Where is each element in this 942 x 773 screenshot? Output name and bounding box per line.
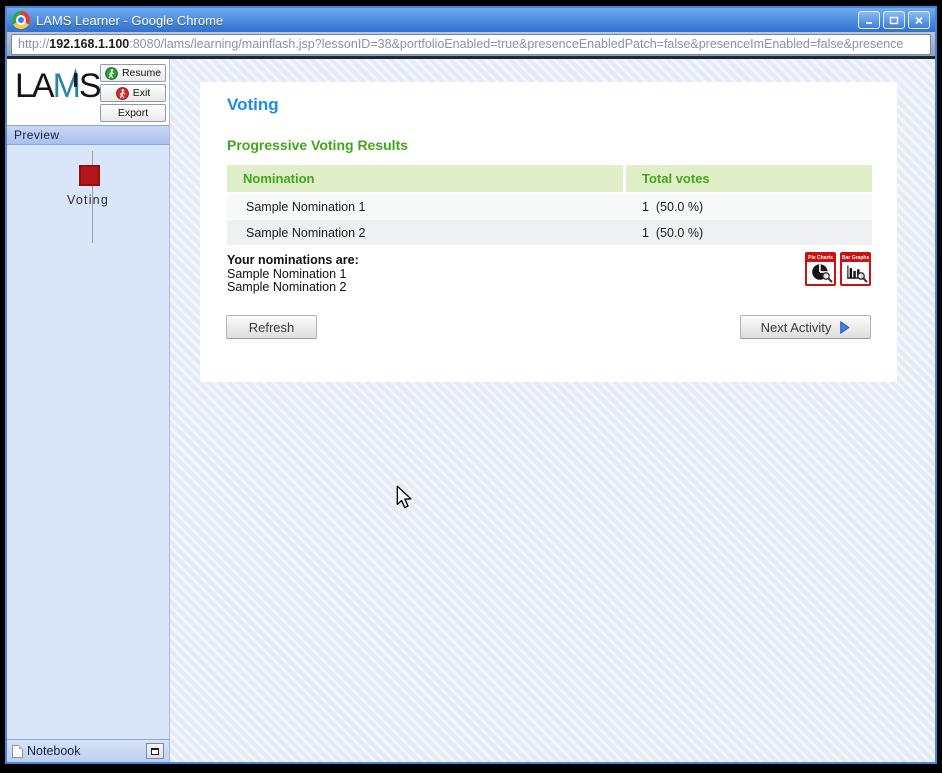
voting-activity-node[interactable] (79, 165, 100, 186)
next-activity-label: Next Activity (761, 320, 832, 335)
window-titlebar[interactable]: LAMS Learner - Google Chrome (7, 8, 935, 32)
window-controls (858, 11, 930, 29)
results-subtitle: Progressive Voting Results (227, 137, 408, 153)
notebook-page-icon (12, 745, 23, 758)
url-prefix: http:// (18, 37, 49, 51)
column-header-nomination: Nomination (227, 165, 623, 192)
exit-button[interactable]: Exit (100, 84, 166, 102)
nomination-item: Sample Nomination 1 (227, 268, 359, 282)
your-nominations-heading: Your nominations are: (227, 254, 359, 268)
next-arrow-icon (839, 321, 850, 334)
minimize-button[interactable] (858, 11, 880, 29)
voting-activity-label: Voting (7, 193, 169, 207)
close-icon (914, 16, 924, 25)
maximize-icon (889, 16, 899, 25)
lams-sidebar: LAMS Resume (7, 59, 170, 762)
pie-chart-banner-label: Pie Charts (807, 254, 834, 262)
notebook-page-fold (19, 745, 23, 749)
exit-label: Exit (133, 87, 151, 99)
lams-pen-icon (74, 73, 77, 87)
sidebar-logo-area: LAMS Resume (7, 59, 169, 125)
nomination-cell: Sample Nomination 1 (227, 200, 623, 214)
nomination-cell: Sample Nomination 2 (227, 226, 623, 240)
bar-graph-banner-label: Bar Graphs (842, 254, 869, 262)
browser-window: LAMS Learner - Google Chrome http://192.… (5, 6, 937, 764)
page-content: LAMS Resume (7, 59, 935, 762)
minimize-icon (864, 16, 874, 25)
resume-button[interactable]: Resume (100, 64, 166, 82)
activity-tree-panel: Voting (7, 145, 169, 739)
chrome-logo-icon (12, 11, 30, 29)
nomination-item: Sample Nomination 2 (227, 281, 359, 295)
chrome-logo-core (18, 17, 24, 23)
notebook-bar[interactable]: Notebook (7, 739, 169, 762)
lams-logo: LAMS (15, 69, 100, 103)
table-header-row: Nomination Total votes (227, 165, 872, 192)
bar-graph-button[interactable]: Bar Graphs (840, 252, 871, 286)
voting-results-table: Nomination Total votes Sample Nomination… (227, 165, 872, 246)
window-title: LAMS Learner - Google Chrome (36, 13, 852, 28)
preview-label: Preview (14, 128, 59, 142)
resume-label: Resume (122, 67, 161, 79)
notebook-expand-button[interactable] (146, 743, 164, 759)
lams-logo-post: S (79, 67, 100, 105)
sidebar-buttons: Resume Exit Export (100, 64, 166, 122)
total-votes-cell: 1 (50.0 %) (623, 200, 872, 214)
url-rest: :8080/lams/learning/mainflash.jsp?lesson… (129, 37, 903, 51)
exit-runner-icon (116, 87, 129, 100)
export-button[interactable]: Export (100, 104, 166, 122)
column-header-total-votes: Total votes (626, 165, 872, 192)
lams-logo-pre: LA (15, 67, 53, 105)
table-row: Sample Nomination 2 1 (50.0 %) (227, 220, 872, 245)
pie-chart-button[interactable]: Pie Charts (805, 252, 836, 286)
url-host: 192.168.1.100 (49, 37, 129, 51)
refresh-label: Refresh (249, 320, 295, 335)
resume-walker-icon (105, 67, 118, 80)
mouse-cursor (396, 485, 413, 509)
url-bar: http://192.168.1.100:8080/lams/learning/… (7, 32, 935, 59)
magnifier-icon (821, 271, 834, 284)
total-votes-cell: 1 (50.0 %) (623, 226, 872, 240)
preview-header: Preview (7, 125, 169, 145)
lesson-main-area: Voting Progressive Voting Results Nomina… (170, 59, 935, 762)
table-row: Sample Nomination 1 1 (50.0 %) (227, 194, 872, 219)
page-title: Voting (227, 95, 279, 115)
notebook-label: Notebook (27, 744, 81, 758)
your-nominations-block: Your nominations are: Sample Nomination … (227, 254, 359, 295)
close-button[interactable] (908, 11, 930, 29)
chart-view-buttons: Pie Charts Bar (805, 252, 871, 286)
address-input[interactable]: http://192.168.1.100:8080/lams/learning/… (11, 34, 931, 55)
refresh-button[interactable]: Refresh (226, 315, 317, 339)
voting-results-card: Voting Progressive Voting Results Nomina… (200, 82, 897, 382)
screenshot-stage: LAMS Learner - Google Chrome http://192.… (0, 0, 942, 773)
magnifier-icon (856, 271, 869, 284)
restore-window-icon (151, 748, 159, 755)
next-activity-button[interactable]: Next Activity (740, 315, 871, 339)
maximize-button[interactable] (883, 11, 905, 29)
export-label: Export (118, 107, 148, 119)
